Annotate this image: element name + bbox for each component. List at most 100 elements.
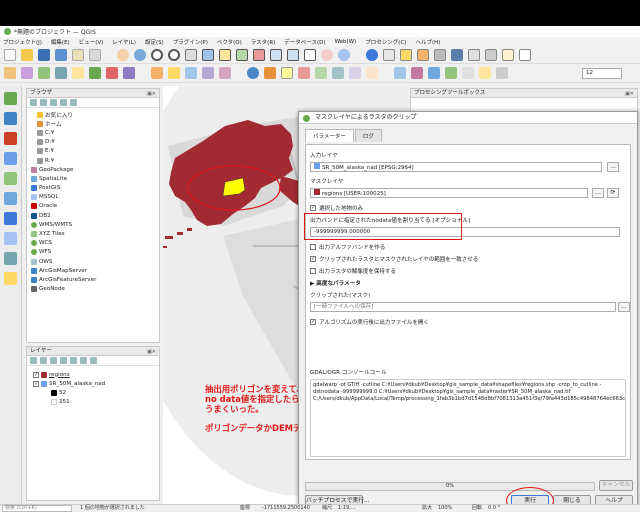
refresh-browser-icon[interactable] (40, 99, 47, 106)
tab-parameters[interactable]: パラメーター (305, 129, 354, 142)
menu-vector[interactable]: ベクタ(O) (217, 38, 242, 46)
add-wms-icon[interactable] (4, 252, 17, 265)
layout-manager-icon[interactable] (89, 49, 101, 61)
pin-label-icon[interactable] (298, 67, 310, 79)
tab-log[interactable]: ログ (354, 129, 382, 142)
panel-close-icon[interactable]: ▣✕ (147, 348, 156, 357)
keep-resolution-checkbox[interactable]: 出力ラスタの解像度を保持する (310, 267, 396, 275)
browser-item-geonode[interactable]: GeoNode (31, 285, 159, 294)
open-output-checkbox[interactable]: ✓ アルゴリズムの実行後に出力ファイルを開く (310, 318, 429, 326)
collapse-all-icon[interactable] (80, 357, 87, 364)
filter-legend-icon[interactable] (60, 357, 67, 364)
menu-database[interactable]: データベース(D) (284, 38, 325, 46)
change-label-icon[interactable] (366, 67, 378, 79)
browser-item-e-drive[interactable]: E:¥ (31, 147, 159, 156)
grass-icon[interactable] (445, 67, 457, 79)
save-project-icon[interactable] (38, 49, 50, 61)
menu-settings[interactable]: 設定(S) (145, 38, 164, 46)
properties-icon[interactable] (70, 99, 77, 106)
georef-icon[interactable] (394, 67, 406, 79)
digitizing-vertex-icon[interactable] (4, 92, 17, 105)
selected-only-checkbox[interactable]: ✓ 選択した地物のみ (310, 204, 363, 212)
zoom-spinbox[interactable]: 12 (582, 68, 622, 79)
statistics-sigma-icon[interactable] (468, 49, 480, 61)
current-edits-icon[interactable] (151, 67, 163, 79)
add-delimited-icon[interactable] (4, 112, 17, 125)
mask-layer-combo[interactable]: regions [USER:100025] (310, 188, 588, 198)
add-virtual-icon[interactable] (4, 272, 17, 285)
select-features-icon[interactable] (400, 49, 412, 61)
browser-item-postgis[interactable]: PostGIS (31, 184, 159, 193)
crs-icon[interactable] (496, 67, 508, 79)
save-edits-icon[interactable] (185, 67, 197, 79)
zoom-rubberband-icon[interactable] (185, 49, 197, 61)
crop-extent-checkbox[interactable]: ✓ クリップされたラスタとマスクされたレイヤの範囲を一致させる (310, 255, 478, 263)
identify-icon[interactable] (366, 49, 378, 61)
browser-item-geopackage[interactable]: GeoPackage (31, 165, 159, 174)
menu-processing[interactable]: プロセシング(C) (365, 38, 406, 46)
open-project-icon[interactable] (21, 49, 33, 61)
collapse-all-icon[interactable] (60, 99, 67, 106)
print-layout-icon[interactable] (72, 49, 84, 61)
magnifier-value[interactable]: 100% (438, 505, 452, 512)
remove-layer-icon[interactable] (90, 357, 97, 364)
osm-icon[interactable] (462, 67, 474, 79)
rotation-value[interactable]: 0.0 ° (488, 505, 500, 512)
map-tips-icon[interactable] (502, 49, 514, 61)
new-spatialite-icon[interactable] (55, 67, 67, 79)
new-shapefile-icon[interactable] (38, 67, 50, 79)
menu-layer[interactable]: レイヤ(L) (112, 38, 136, 46)
browser-item-oracle[interactable]: Oracle (31, 202, 159, 211)
refresh-icon[interactable] (338, 49, 350, 61)
add-selected-icon[interactable] (30, 99, 37, 106)
layer-item-raster[interactable]: ✓ SR_50M_alaska_nad (33, 379, 159, 388)
browser-item-db2[interactable]: DB2 (31, 211, 159, 220)
panel-close-icon[interactable]: ▣✕ (625, 90, 634, 99)
output-browse-button[interactable]: … (618, 302, 630, 312)
layer-item-regions[interactable]: ✓ regions (33, 370, 159, 379)
layer-visibility-checkbox[interactable]: ✓ (33, 371, 39, 378)
vertex-tool-icon[interactable] (219, 67, 231, 79)
add-raster-layer-icon[interactable] (4, 132, 17, 145)
menu-plugins[interactable]: プラグイン(P) (173, 38, 208, 46)
add-mssql-icon[interactable] (4, 232, 17, 245)
field-calculator-icon[interactable] (434, 49, 446, 61)
browser-item-favorites[interactable]: お気に入り (31, 110, 159, 119)
add-postgis-icon[interactable] (4, 212, 17, 225)
zoom-last-icon[interactable] (270, 49, 282, 61)
move-label-icon[interactable] (332, 67, 344, 79)
browser-item-mssql[interactable]: MSSQL (31, 193, 159, 202)
add-vector-layer-icon[interactable] (4, 172, 17, 185)
digitize-icon[interactable] (202, 67, 214, 79)
coordinate-capture-icon[interactable] (479, 67, 491, 79)
browser-item-spatialite[interactable]: SpatiaLite (31, 174, 159, 183)
browser-item-c-drive[interactable]: C:¥ (31, 128, 159, 137)
deselect-icon[interactable] (417, 49, 429, 61)
menu-edit[interactable]: 編集(E) (51, 38, 70, 46)
scale-value[interactable]: 1:19,... (338, 505, 356, 512)
browser-item-home[interactable]: ホーム (31, 119, 159, 128)
console-text-area[interactable]: gdalwarp -of GTiff -cutline C:¥Users¥dku… (310, 379, 626, 457)
menu-project[interactable]: プロジェクト(J) (3, 38, 42, 46)
cancel-button[interactable]: キャンセル (599, 480, 633, 491)
advanced-parameters-toggle[interactable]: ▶ 高度なパラメータ (310, 279, 361, 287)
plugin-icon[interactable] (264, 67, 276, 79)
measure-icon[interactable] (485, 49, 497, 61)
temporal-controller-icon[interactable] (321, 49, 333, 61)
new-map-view-icon[interactable] (304, 49, 316, 61)
locator-search-input[interactable]: 検索 (Ctrl+K) (2, 505, 72, 512)
mask-iterate-button[interactable]: ⟳ (607, 188, 619, 198)
rotate-label-icon[interactable] (349, 67, 361, 79)
show-label-icon[interactable] (315, 67, 327, 79)
menu-help[interactable]: ヘルプ(H) (415, 38, 440, 46)
menu-view[interactable]: ビュー(V) (79, 38, 104, 46)
zoom-out-icon[interactable] (168, 49, 180, 61)
processing-toolbox-icon[interactable] (451, 49, 463, 61)
clipped-output-field[interactable]: [一時ファイルへの保存] (310, 302, 616, 312)
zoom-next-icon[interactable] (287, 49, 299, 61)
browser-item-wms[interactable]: WMS/WMTS (31, 220, 159, 229)
geometry-checker-icon[interactable] (411, 67, 423, 79)
new-temporary-layer-icon[interactable] (72, 67, 84, 79)
zoom-full-icon[interactable] (202, 49, 214, 61)
pan-to-selection-icon[interactable] (134, 49, 146, 61)
